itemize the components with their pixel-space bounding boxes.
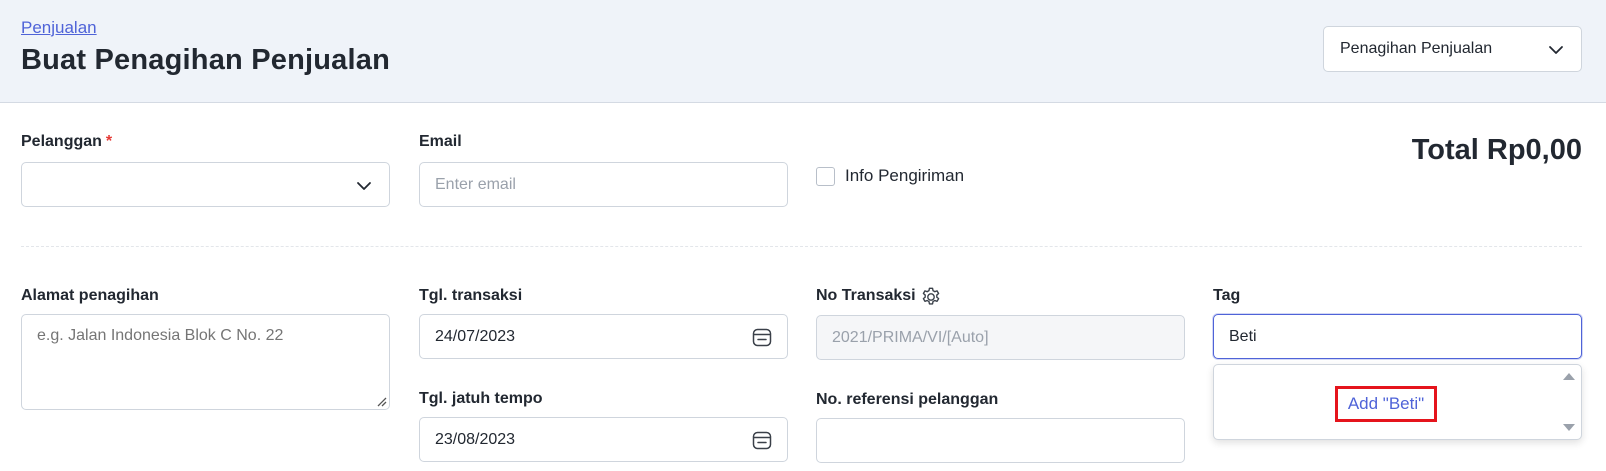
email-field[interactable] — [435, 175, 772, 194]
billing-address-label: Alamat penagihan — [21, 287, 159, 304]
customer-label: Pelanggan * — [21, 133, 112, 151]
shipping-info-checkbox[interactable] — [816, 166, 835, 186]
page-title: Buat Penagihan Penjualan — [21, 44, 390, 76]
billing-address-wrap — [21, 314, 390, 410]
page-header: Penjualan Buat Penagihan Penjualan Penag… — [0, 0, 1606, 103]
transaction-date-value: 24/07/2023 — [435, 327, 516, 345]
customer-ref-field[interactable] — [832, 431, 1169, 450]
section-divider — [21, 246, 1582, 247]
calendar-icon[interactable] — [751, 326, 773, 348]
email-label: Email — [419, 133, 462, 150]
billing-address-input[interactable] — [37, 327, 374, 397]
transaction-date-field[interactable]: 24/07/2023 — [419, 314, 788, 359]
chevron-down-icon — [357, 182, 371, 190]
tag-field-wrap — [1213, 314, 1582, 359]
transaction-type-value: Penagihan Penjualan — [1340, 40, 1493, 57]
gear-icon[interactable] — [920, 286, 942, 308]
customer-select[interactable] — [21, 162, 390, 207]
calendar-icon[interactable] — [751, 429, 773, 451]
due-date-field[interactable]: 23/08/2023 — [419, 417, 788, 462]
resize-handle-icon[interactable] — [375, 395, 387, 407]
required-mark: * — [105, 133, 113, 150]
transaction-type-select[interactable]: Penagihan Penjualan — [1323, 26, 1582, 72]
due-date-value: 23/08/2023 — [435, 430, 516, 448]
customer-ref-wrap — [816, 418, 1185, 463]
tag-label: Tag — [1213, 287, 1241, 304]
tag-input[interactable] — [1229, 327, 1566, 346]
chevron-down-icon — [1549, 46, 1563, 54]
add-tag-option[interactable]: Add "Beti" — [1335, 386, 1437, 422]
transaction-no-label: No Transaksi — [816, 287, 916, 304]
customer-label-text: Pelanggan — [21, 133, 102, 150]
scroll-up-arrow-icon[interactable] — [1563, 373, 1575, 380]
breadcrumb-penjualan[interactable]: Penjualan — [21, 18, 97, 38]
email-field-wrap — [419, 162, 788, 207]
shipping-info-toggle[interactable]: Info Pengiriman — [816, 166, 964, 186]
transaction-no-wrap — [816, 315, 1185, 360]
customer-ref-label: No. referensi pelanggan — [816, 391, 999, 408]
transaction-date-label: Tgl. transaksi — [419, 287, 523, 304]
total-amount: Total Rp0,00 — [1411, 134, 1582, 166]
shipping-info-label: Info Pengiriman — [845, 166, 965, 185]
due-date-label: Tgl. jatuh tempo — [419, 390, 543, 407]
tag-dropdown: Add "Beti" — [1213, 364, 1582, 440]
transaction-no-field — [832, 328, 1169, 347]
scroll-down-arrow-icon[interactable] — [1563, 424, 1575, 431]
